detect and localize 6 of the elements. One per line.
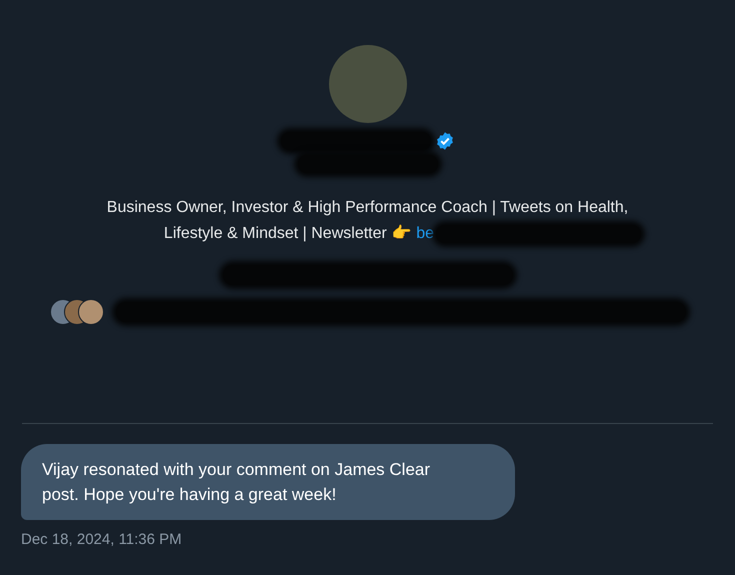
profile-bio: Business Owner, Investor & High Performance Coach | Tweets on Health, [106,198,628,218]
profile-bio: Lifestyle & Mindset | Newsletter 👉 [164,224,412,244]
newsletter-link[interactable]: be [416,221,434,247]
message-bubble: Vijay resonated with your comment on James Clear post. Hope you're having a great week! [21,444,515,520]
follower-avatar [78,299,104,325]
message-timestamp: Dec 18, 2024, 11:36 PM [21,530,182,550]
